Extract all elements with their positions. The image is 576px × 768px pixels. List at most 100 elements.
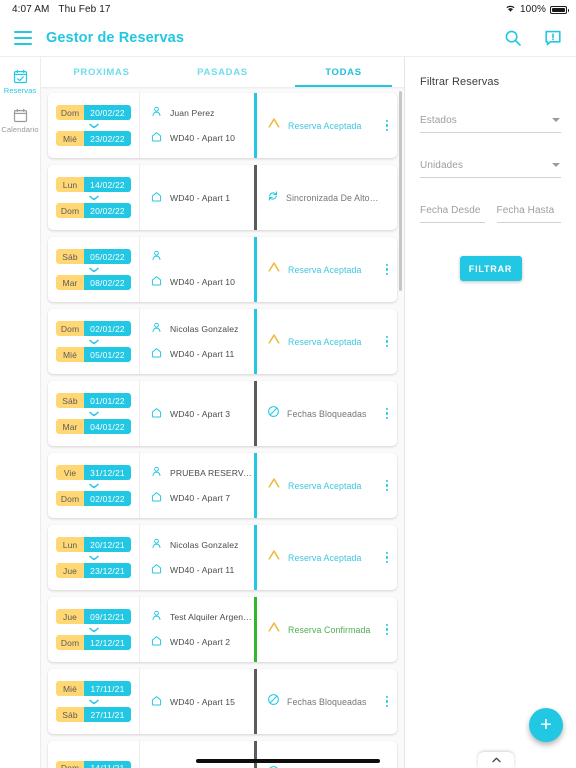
reservation-card[interactable]: Sáb 01/01/22 Mar 04/01/22 WD40 - Apart 3…	[48, 381, 397, 446]
checkout-day-label: Mar	[56, 419, 84, 434]
wifi-icon	[505, 4, 516, 16]
airbnb-logo-icon	[267, 260, 281, 279]
reservation-status-block: Reserva Aceptada	[254, 93, 397, 158]
card-overflow-menu-icon[interactable]	[383, 332, 391, 351]
card-overflow-menu-icon[interactable]	[383, 116, 391, 135]
sidebar-item-calendario[interactable]: Calendario	[0, 102, 40, 141]
tab-pasadas[interactable]: PASADAS	[162, 57, 283, 87]
estados-underline	[420, 132, 561, 133]
tab-todas[interactable]: TODAS	[283, 57, 404, 87]
unit-row: WD40 - Apart 7	[151, 765, 254, 768]
checkin-date-chip: Mié 17/11/21	[56, 681, 131, 696]
reservation-card[interactable]: Sáb 05/02/22 Mar 08/02/22 WD40 - Apart 1…	[48, 237, 397, 302]
card-overflow-menu-icon[interactable]	[383, 404, 391, 423]
status-badge: Fechas Bloqueadas	[287, 696, 367, 707]
unit-row: WD40 - Apart 3	[151, 405, 254, 423]
sidebar-item-reservas[interactable]: Reservas	[0, 63, 40, 102]
reservation-card[interactable]: Lun 14/02/22 Dom 20/02/22 WD40 - Apart 1…	[48, 165, 397, 230]
unit-name: WD40 - Apart 10	[170, 133, 236, 143]
checkout-date-chip: Dom 12/12/21	[56, 635, 131, 650]
calendar-check-icon	[0, 68, 40, 84]
vertical-scrollbar[interactable]	[399, 91, 402, 291]
unit-row: WD40 - Apart 7	[151, 489, 254, 507]
reservation-status-block: Sincronizada De Alto…	[254, 165, 397, 230]
date-range-block: Lun 20/12/21 Jue 23/12/21	[48, 525, 140, 590]
home-indicator	[196, 759, 380, 763]
card-overflow-menu-icon[interactable]	[383, 764, 391, 768]
checkin-day-label: Dom	[56, 105, 84, 120]
status-bar-date: Thu Feb 17	[58, 4, 111, 15]
checkout-date-label: 27/11/21	[84, 707, 131, 722]
reservation-status-block: Reserva Aceptada	[254, 525, 397, 590]
feedback-message-icon[interactable]	[544, 29, 562, 47]
guest-row: Test Alquiler Argentina	[151, 608, 254, 626]
reservation-info-block: WD40 - Apart 3	[140, 381, 254, 446]
checkout-date-label: 05/01/22	[84, 347, 131, 362]
estados-select[interactable]: Estados	[420, 115, 561, 133]
fecha-hasta-underline	[496, 222, 561, 223]
checkin-date-label: 17/11/21	[84, 681, 131, 696]
page-title: Gestor de Reservas	[46, 29, 185, 46]
keyboard-dismiss-tab[interactable]	[478, 752, 514, 768]
filter-panel-title: Filtrar Reservas	[420, 76, 500, 88]
checkout-date-chip: Jue 23/12/21	[56, 563, 131, 578]
add-reservation-fab[interactable]: +	[529, 708, 563, 742]
reservation-status-block: Fechas Bloqueadas	[254, 381, 397, 446]
reservations-panel: PROXIMAS PASADAS TODAS Dom 20/02/22 Mié …	[41, 57, 405, 768]
unit-name: WD40 - Apart 11	[170, 349, 235, 359]
unit-name: WD40 - Apart 7	[170, 493, 231, 503]
guest-row	[151, 248, 254, 266]
airbnb-logo-icon	[267, 332, 281, 351]
unidades-select[interactable]: Unidades	[420, 160, 561, 178]
fecha-desde-input[interactable]: Fecha Desde	[420, 205, 485, 223]
checkout-date-label: 12/12/21	[84, 635, 131, 650]
fecha-desde-label: Fecha Desde	[420, 205, 481, 216]
filtrar-button[interactable]: FILTRAR	[459, 256, 522, 281]
date-range-block: Vie 31/12/21 Dom 02/01/22	[48, 453, 140, 518]
card-overflow-menu-icon[interactable]	[383, 260, 391, 279]
guest-name: PRUEBA RESERVA PA…	[170, 468, 254, 478]
unit-name: WD40 - Apart 3	[170, 408, 231, 419]
checkin-day-label: Dom	[56, 760, 84, 768]
reservation-card[interactable]: Vie 31/12/21 Dom 02/01/22 PRUEBA RESERVA…	[48, 453, 397, 518]
checkin-date-label: 02/01/22	[84, 321, 131, 336]
reservation-card[interactable]: Dom 14/11/21 WD40 - Apart 7 Fechas Bloqu…	[48, 741, 397, 768]
card-overflow-menu-icon[interactable]	[383, 692, 391, 711]
checkout-date-chip: Dom 02/01/22	[56, 491, 131, 506]
chevron-down-icon	[88, 192, 99, 203]
reservations-list: Dom 20/02/22 Mié 23/02/22 Juan Perez WD4…	[41, 87, 404, 768]
reservation-card[interactable]: Dom 02/01/22 Mié 05/01/22 Nicolas Gonzal…	[48, 309, 397, 374]
checkin-date-label: 09/12/21	[84, 609, 131, 624]
app-bar: Gestor de Reservas	[0, 19, 576, 57]
unit-row: WD40 - Apart 10	[151, 129, 254, 147]
fecha-hasta-input[interactable]: Fecha Hasta	[496, 205, 561, 223]
checkin-date-label: 05/02/22	[84, 249, 131, 264]
card-overflow-menu-icon[interactable]	[383, 620, 391, 639]
checkin-date-chip: Sáb 01/01/22	[56, 393, 131, 408]
date-range-block: Mié 17/11/21 Sáb 27/11/21	[48, 669, 140, 734]
chevron-down-icon	[88, 624, 99, 635]
reservation-card[interactable]: Jue 09/12/21 Dom 12/12/21 Test Alquiler …	[48, 597, 397, 662]
date-range-block: Dom 20/02/22 Mié 23/02/22	[48, 93, 140, 158]
sidebar-item-calendario-label: Calendario	[1, 125, 39, 134]
home-icon	[151, 189, 162, 207]
filter-panel: Filtrar Reservas Estados Unidades Fecha …	[405, 57, 576, 768]
reservations-scroll-area[interactable]: Dom 20/02/22 Mié 23/02/22 Juan Perez WD4…	[41, 87, 404, 768]
card-overflow-menu-icon[interactable]	[383, 548, 391, 567]
sidebar-item-reservas-label: Reservas	[3, 86, 37, 95]
reservation-card[interactable]: Mié 17/11/21 Sáb 27/11/21 WD40 - Apart 1…	[48, 669, 397, 734]
chevron-down-icon	[552, 163, 560, 167]
card-overflow-menu-icon[interactable]	[383, 476, 391, 495]
blocked-icon	[267, 693, 280, 711]
tab-proximas[interactable]: PROXIMAS	[41, 57, 162, 87]
search-icon[interactable]	[504, 29, 522, 47]
reservation-card[interactable]: Dom 20/02/22 Mié 23/02/22 Juan Perez WD4…	[48, 93, 397, 158]
blocked-icon	[267, 405, 280, 423]
checkout-day-label: Dom	[56, 203, 84, 218]
reservation-card[interactable]: Lun 20/12/21 Jue 23/12/21 Nicolas Gonzal…	[48, 525, 397, 590]
home-icon	[151, 633, 162, 651]
checkout-day-label: Dom	[56, 491, 84, 506]
unit-name: WD40 - Apart 15	[170, 696, 236, 707]
hamburger-menu-icon[interactable]	[10, 25, 36, 51]
chevron-up-icon	[491, 757, 501, 763]
